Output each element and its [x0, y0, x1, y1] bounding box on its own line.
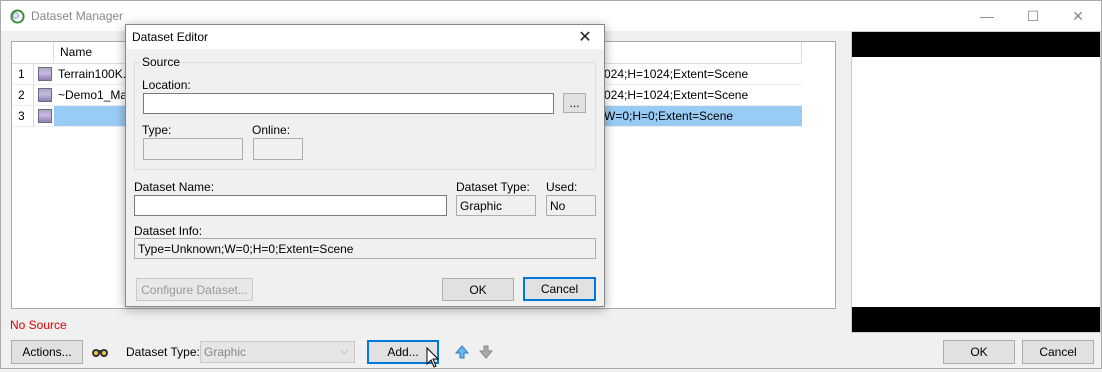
row-number: 1 [12, 64, 34, 85]
online-label: Online: [252, 123, 291, 137]
mouse-cursor-icon [425, 346, 441, 369]
maximize-icon: ☐ [1026, 7, 1040, 24]
location-input[interactable] [143, 93, 554, 114]
type-label: Type: [142, 123, 172, 137]
dataset-type-select[interactable]: Graphic ⌵ [200, 341, 355, 363]
row-info: W=0;H=0;Extent=Scene [604, 109, 734, 123]
browse-button[interactable]: ... [563, 93, 586, 113]
app-icon [10, 9, 25, 24]
dialog-ok-button[interactable]: OK [442, 278, 514, 301]
dataset-info-field: Type=Unknown;W=0;H=0;Extent=Scene [134, 238, 596, 259]
location-label: Location: [142, 78, 191, 92]
row-number: 2 [12, 85, 34, 106]
row-info: 024;H=1024;Extent=Scene [604, 67, 749, 81]
used-field: No [546, 195, 596, 216]
binoculars-icon[interactable] [90, 342, 110, 362]
graphic-dataset-icon [38, 109, 52, 123]
configure-dataset-button[interactable]: Configure Dataset... [136, 278, 253, 301]
preview-letterbox-bottom [852, 307, 1100, 332]
move-down-button[interactable] [475, 341, 497, 363]
graphic-dataset-icon [38, 67, 52, 81]
source-group: Source Location: ... Type: Online: [134, 55, 596, 170]
move-up-button[interactable] [451, 341, 473, 363]
chevron-down-icon: ⌵ [340, 346, 348, 357]
source-legend: Source [140, 55, 183, 69]
minimize-button[interactable]: — [964, 1, 1010, 31]
used-label: Used: [546, 180, 578, 194]
maximize-button[interactable]: ☐ [1010, 1, 1056, 31]
column-header-num[interactable] [12, 42, 54, 63]
arrow-up-icon [454, 345, 470, 359]
ok-button[interactable]: OK [943, 340, 1015, 364]
minimize-icon: — [980, 8, 994, 24]
dataset-preview [851, 31, 1101, 333]
preview-letterbox-top [852, 32, 1100, 57]
dataset-name-input[interactable] [134, 195, 447, 216]
close-button[interactable]: ✕ [1055, 1, 1101, 31]
row-number: 3 [12, 106, 34, 127]
type-field [143, 138, 243, 160]
dialog-close-button[interactable]: ✕ [570, 25, 600, 49]
dialog-title: Dataset Editor [132, 30, 209, 44]
graphic-dataset-icon [38, 88, 52, 102]
actions-button[interactable]: Actions... [11, 340, 83, 364]
dataset-editor-dialog: Dataset Editor ✕ Source Location: ... Ty… [125, 24, 605, 307]
dialog-dataset-type-field: Graphic [456, 195, 536, 216]
no-source-status: No Source [10, 318, 67, 332]
row-name: Terrain100K.b [58, 67, 128, 81]
dataset-type-label: Dataset Type: [126, 345, 200, 359]
dataset-info-label: Dataset Info: [134, 224, 203, 238]
row-info: 024;H=1024;Extent=Scene [604, 88, 749, 102]
dataset-type-value: Graphic [204, 345, 247, 359]
close-icon: ✕ [578, 29, 592, 46]
close-icon: ✕ [1072, 7, 1084, 24]
arrow-down-icon [478, 345, 494, 359]
dialog-dataset-type-label: Dataset Type: [456, 180, 530, 194]
online-field [253, 138, 303, 160]
row-name: ~Demo1_Map [58, 88, 128, 102]
dialog-title-bar: Dataset Editor ✕ [126, 25, 604, 49]
window-title: Dataset Manager [31, 9, 124, 23]
cancel-button[interactable]: Cancel [1022, 340, 1094, 364]
dataset-name-label: Dataset Name: [134, 180, 215, 194]
dialog-cancel-button[interactable]: Cancel [523, 277, 596, 301]
